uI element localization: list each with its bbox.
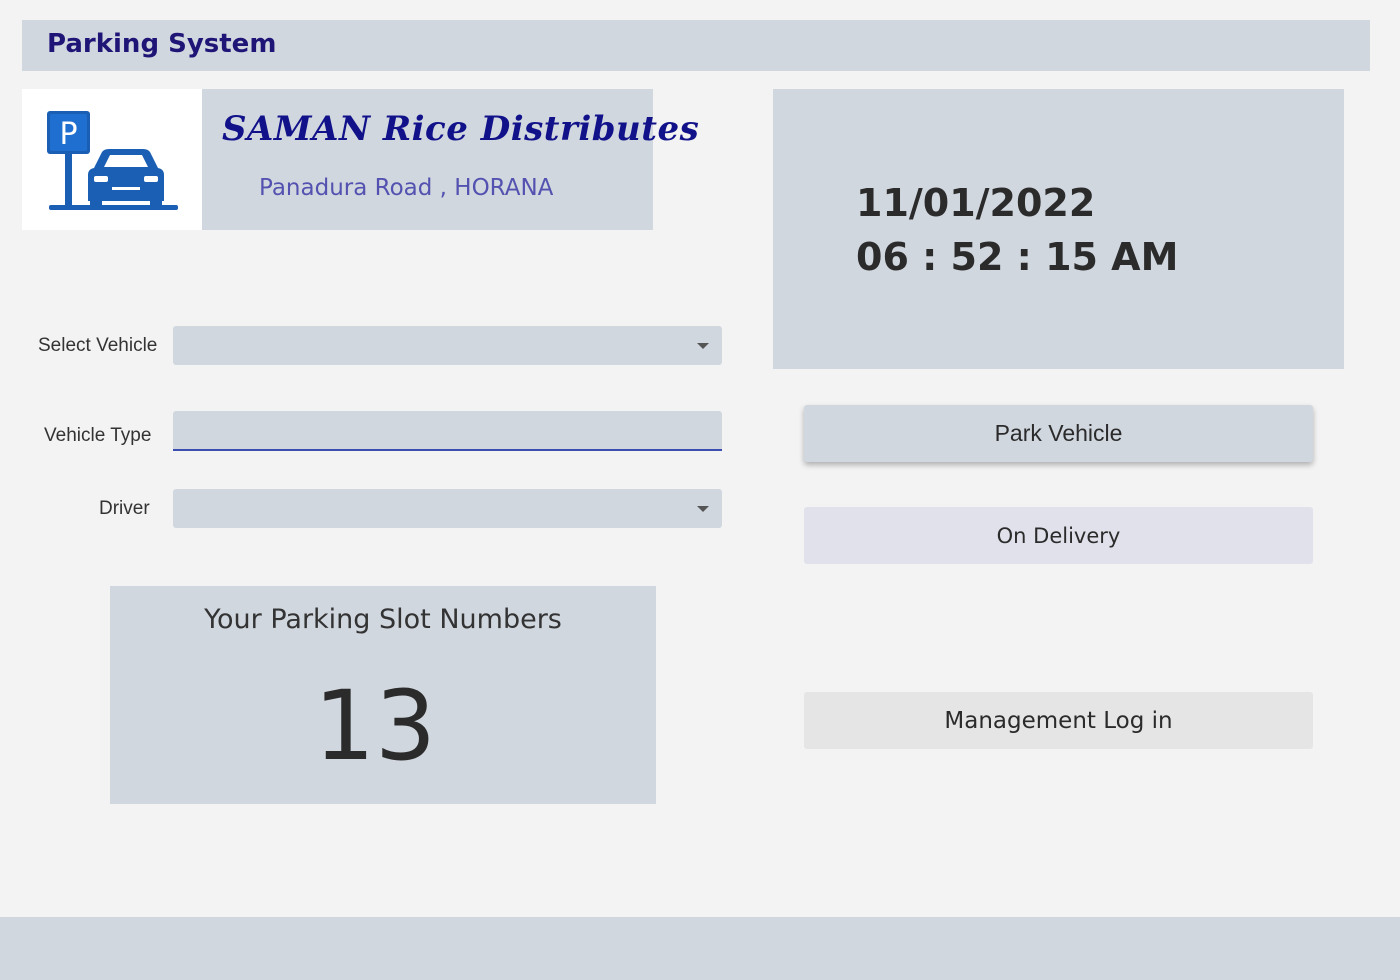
on-delivery-button[interactable]: On Delivery <box>804 507 1313 564</box>
clock-panel: 11/01/2022 06 : 52 : 15 AM <box>773 89 1344 369</box>
title-bar: Parking System <box>22 20 1370 71</box>
company-address: Panadura Road , HORANA <box>259 175 554 201</box>
parking-slot-title: Your Parking Slot Numbers <box>204 604 562 635</box>
management-login-button[interactable]: Management Log in <box>804 692 1313 749</box>
parking-slot-number: 13 <box>313 670 437 782</box>
parking-slot-panel: Your Parking Slot Numbers 13 <box>110 586 656 804</box>
chevron-down-icon <box>697 506 709 512</box>
select-vehicle-dropdown[interactable] <box>173 326 722 365</box>
chevron-down-icon <box>697 343 709 349</box>
company-name: SAMAN Rice Distributes <box>222 109 700 149</box>
logo: P <box>22 89 202 230</box>
current-time: 06 : 52 : 15 AM <box>856 235 1179 279</box>
parking-system-window: Parking System P SAMAN Rice Distributes … <box>0 0 1400 980</box>
park-vehicle-button[interactable]: Park Vehicle <box>804 405 1313 462</box>
svg-text:P: P <box>59 117 77 152</box>
driver-label: Driver <box>99 498 150 519</box>
vehicle-type-field[interactable] <box>173 411 722 451</box>
footer-bar <box>0 917 1400 980</box>
app-title: Parking System <box>47 29 277 59</box>
current-date: 11/01/2022 <box>856 181 1096 225</box>
select-vehicle-label: Select Vehicle <box>38 335 158 356</box>
vehicle-type-label: Vehicle Type <box>44 425 152 446</box>
company-header: SAMAN Rice Distributes Panadura Road , H… <box>202 89 699 230</box>
driver-dropdown[interactable] <box>173 489 722 528</box>
parking-car-icon: P <box>47 111 178 210</box>
